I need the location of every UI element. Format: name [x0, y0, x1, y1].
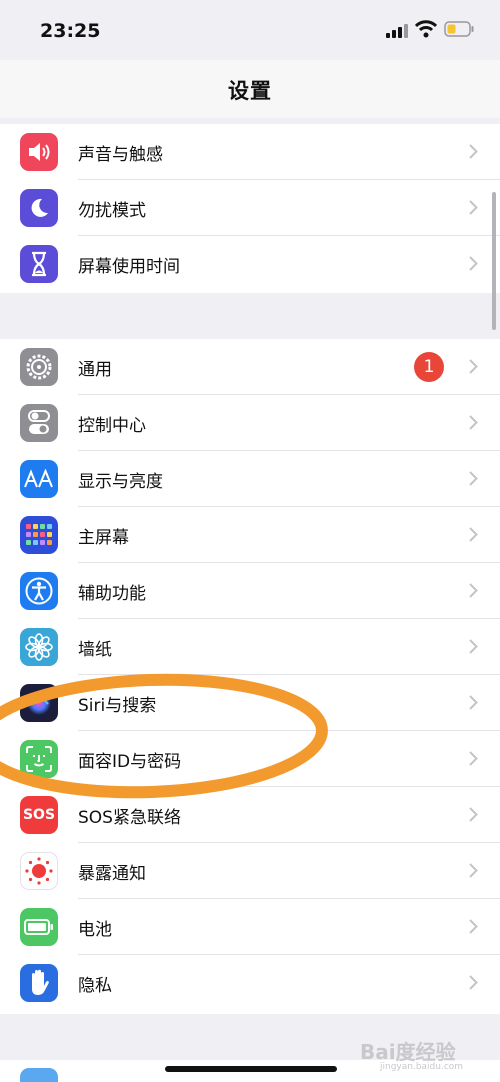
settings-row-label: 墙纸	[78, 640, 112, 660]
hand-icon	[20, 964, 58, 1002]
settings-row-general[interactable]: 通用 1	[0, 339, 500, 395]
cellular-signal-icon	[386, 24, 408, 38]
chevron-right-icon	[469, 695, 478, 710]
settings-row-label: SOS紧急联络	[78, 808, 181, 828]
chevron-right-icon	[469, 471, 478, 486]
settings-row-label: 显示与亮度	[78, 472, 163, 492]
settings-row-label: 控制中心	[78, 416, 146, 436]
settings-group-2: 通用 1 控制中心 显示与亮度 主屏幕 辅助功能 墙纸 Siri与搜索 面容ID…	[0, 339, 500, 1014]
chevron-right-icon	[469, 527, 478, 542]
chevron-right-icon	[469, 639, 478, 654]
accessibility-icon	[20, 572, 58, 610]
chevron-right-icon	[469, 200, 478, 215]
siri-icon	[20, 684, 58, 722]
settings-row-label: 隐私	[78, 976, 112, 996]
chevron-right-icon	[469, 751, 478, 766]
settings-row-label: Siri与搜索	[78, 696, 157, 716]
toggles-icon	[20, 404, 58, 442]
settings-row-label: 勿扰模式	[78, 201, 146, 221]
chevron-right-icon	[469, 144, 478, 159]
settings-row-control-center[interactable]: 控制中心	[0, 395, 500, 451]
settings-group-1: 声音与触感 勿扰模式 屏幕使用时间	[0, 124, 500, 293]
settings-row-sounds[interactable]: 声音与触感	[0, 124, 500, 180]
watermark: Bai度经验	[360, 1040, 456, 1064]
status-time: 23:25	[40, 20, 101, 42]
status-bar: 23:25	[0, 0, 500, 60]
chevron-right-icon	[469, 256, 478, 271]
navigation-bar: 设置	[0, 60, 500, 118]
chevron-right-icon	[469, 863, 478, 878]
settings-row-battery[interactable]: 电池	[0, 899, 500, 955]
partial-row-icon	[20, 1068, 58, 1082]
settings-row-siri[interactable]: Siri与搜索	[0, 675, 500, 731]
hourglass-icon	[20, 245, 58, 283]
settings-row-screen-time[interactable]: 屏幕使用时间	[0, 236, 500, 292]
chevron-right-icon	[469, 919, 478, 934]
chevron-right-icon	[469, 359, 478, 374]
settings-row-exposure-notifications[interactable]: 暴露通知	[0, 843, 500, 899]
speaker-icon	[20, 133, 58, 171]
settings-row-display[interactable]: 显示与亮度	[0, 451, 500, 507]
home-indicator[interactable]	[165, 1066, 337, 1072]
settings-row-label: 面容ID与密码	[78, 752, 182, 772]
settings-row-face-id[interactable]: 面容ID与密码	[0, 731, 500, 787]
settings-row-label: 辅助功能	[78, 584, 146, 604]
settings-row-label: 通用	[78, 360, 112, 380]
chevron-right-icon	[469, 975, 478, 990]
chevron-right-icon	[469, 583, 478, 598]
settings-row-label: 主屏幕	[78, 528, 129, 548]
battery-status-icon	[444, 21, 474, 37]
settings-row-wallpaper[interactable]: 墙纸	[0, 619, 500, 675]
wifi-icon	[415, 20, 437, 38]
settings-row-label: 暴露通知	[78, 864, 146, 884]
text-size-icon	[20, 460, 58, 498]
moon-icon	[20, 189, 58, 227]
sos-icon: SOS	[20, 796, 58, 834]
settings-row-label: 屏幕使用时间	[78, 257, 180, 277]
chevron-right-icon	[469, 807, 478, 822]
chevron-right-icon	[469, 415, 478, 430]
settings-row-home-screen[interactable]: 主屏幕	[0, 507, 500, 563]
notification-badge: 1	[414, 352, 444, 382]
flower-icon	[20, 628, 58, 666]
sos-icon-text: SOS	[22, 807, 56, 823]
app-grid-icon	[20, 516, 58, 554]
settings-row-label: 声音与触感	[78, 145, 163, 165]
settings-row-label: 电池	[78, 920, 112, 940]
page-title: 设置	[228, 79, 272, 103]
scroll-indicator[interactable]	[492, 192, 496, 330]
battery-icon	[20, 908, 58, 946]
settings-row-do-not-disturb[interactable]: 勿扰模式	[0, 180, 500, 236]
watermark-url: jingyan.baidu.com	[380, 1062, 464, 1072]
settings-row-accessibility[interactable]: 辅助功能	[0, 563, 500, 619]
settings-row-emergency-sos[interactable]: SOS SOS紧急联络	[0, 787, 500, 843]
face-id-icon	[20, 740, 58, 778]
settings-row-privacy[interactable]: 隐私	[0, 955, 500, 1011]
exposure-icon	[20, 852, 58, 890]
gear-icon	[20, 348, 58, 386]
